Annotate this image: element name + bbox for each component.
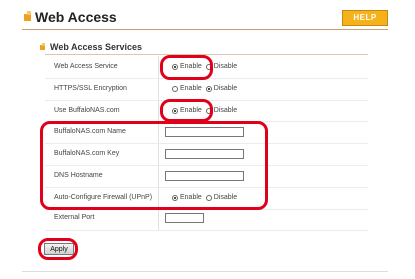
https-ssl-disable-radio[interactable] xyxy=(205,85,212,92)
buffalonas-name-label: BuffaloNAS.com Name xyxy=(54,128,126,135)
section-bullet-icon xyxy=(40,43,45,50)
title-divider xyxy=(22,29,388,30)
section-divider xyxy=(45,54,368,55)
web-access-service-disable-radio[interactable] xyxy=(205,63,212,70)
title-bullet-icon xyxy=(24,11,31,21)
https-ssl-radio-group: Enable Disable xyxy=(172,85,241,92)
page-title: Web Access xyxy=(35,9,117,25)
upnp-firewall-radio-group: Enable Disable xyxy=(172,194,241,201)
radio-label-disable: Disable xyxy=(213,107,238,114)
use-buffalonas-enable-radio[interactable] xyxy=(172,107,178,114)
use-buffalonas-radio-group: Enable Disable xyxy=(172,107,241,114)
row-divider xyxy=(45,209,368,210)
row-divider xyxy=(45,165,368,166)
upnp-firewall-enable-radio[interactable] xyxy=(172,194,178,201)
radio-label-enable: Enable xyxy=(180,63,202,70)
help-button[interactable]: HELP xyxy=(342,10,388,26)
radio-label-enable: Enable xyxy=(180,85,202,92)
row-divider xyxy=(45,100,368,101)
upnp-firewall-disable-radio[interactable] xyxy=(205,194,212,201)
web-access-service-radio-group: Enable Disable xyxy=(172,63,241,70)
radio-label-disable: Disable xyxy=(213,85,238,92)
use-buffalonas-label: Use BuffaloNAS.com xyxy=(54,107,120,114)
use-buffalonas-disable-radio[interactable] xyxy=(205,107,212,114)
web-access-service-enable-radio[interactable] xyxy=(172,63,178,70)
radio-label-disable: Disable xyxy=(213,63,238,70)
row-divider xyxy=(45,230,368,231)
radio-label-disable: Disable xyxy=(213,194,238,201)
apply-button[interactable]: Apply xyxy=(44,243,74,255)
https-ssl-enable-radio[interactable] xyxy=(172,85,178,92)
web-access-service-label: Web Access Service xyxy=(54,63,118,70)
row-divider xyxy=(45,143,368,144)
row-divider xyxy=(45,78,368,79)
buffalonas-key-label: BuffaloNAS.com Key xyxy=(54,150,120,157)
buffalonas-key-input[interactable] xyxy=(165,149,244,159)
section-title: Web Access Services xyxy=(50,42,143,52)
bottom-divider xyxy=(22,271,388,272)
upnp-firewall-label: Auto-Configure Firewall (UPnP) xyxy=(54,194,153,201)
radio-label-enable: Enable xyxy=(180,107,202,114)
row-divider xyxy=(45,121,368,122)
external-port-label: External Port xyxy=(54,214,95,221)
dns-hostname-input[interactable] xyxy=(165,171,244,181)
buffalonas-name-input[interactable] xyxy=(165,127,244,137)
external-port-input[interactable] xyxy=(165,213,204,223)
row-divider xyxy=(45,187,368,188)
radio-label-enable: Enable xyxy=(180,194,202,201)
dns-hostname-label: DNS Hostname xyxy=(54,172,103,179)
https-ssl-encryption-label: HTTPS/SSL Encryption xyxy=(54,85,127,92)
